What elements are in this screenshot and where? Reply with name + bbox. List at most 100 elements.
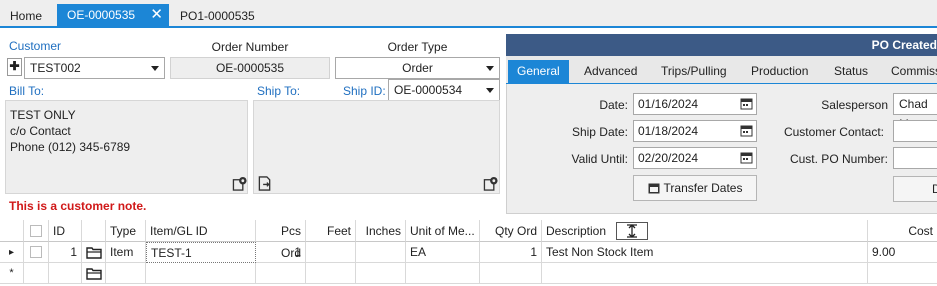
customer-value: TEST002 xyxy=(30,61,81,75)
new-row-pcs-cell[interactable] xyxy=(256,263,306,284)
subtab-advanced[interactable]: Advanced xyxy=(575,60,646,84)
folder-icon[interactable] xyxy=(86,246,102,259)
column-autofit-icon[interactable] xyxy=(616,222,648,240)
new-row-feet-cell[interactable] xyxy=(306,263,356,284)
row-checkbox[interactable] xyxy=(30,246,42,258)
cell-type[interactable]: Item xyxy=(106,242,146,263)
ship-id-select[interactable]: OE-0000534 xyxy=(388,79,500,101)
date-label: Date: xyxy=(599,98,628,112)
address-line: TEST ONLY xyxy=(10,108,76,122)
ship-date-field[interactable]: 01/18/2024 xyxy=(633,120,757,142)
document-tab-strip: Home OE-0000535 ✕ PO1-0000535 xyxy=(0,0,937,28)
cell-id[interactable]: 1 xyxy=(49,242,82,263)
calendar-icon[interactable] xyxy=(740,97,753,110)
subtab-production[interactable]: Production xyxy=(742,60,817,84)
open-line-cell[interactable] xyxy=(82,242,106,263)
calendar-icon[interactable] xyxy=(740,151,753,164)
column-description[interactable]: Description xyxy=(542,220,868,242)
chevron-down-icon xyxy=(151,66,159,71)
folder-icon[interactable] xyxy=(86,267,102,280)
new-row-open-cell[interactable] xyxy=(82,263,106,284)
cell-item-gl-id[interactable]: TEST-1 xyxy=(146,242,256,263)
customer-contact-label[interactable]: Customer Contact: xyxy=(770,125,884,139)
transfer-dates-label: Transfer Dates xyxy=(663,181,743,195)
cust-po-label: Cust. PO Number: xyxy=(789,152,888,166)
current-row-indicator: ▸ xyxy=(0,242,24,263)
add-icon[interactable]: ✚ xyxy=(7,58,22,76)
date-field[interactable]: 01/16/2024 xyxy=(633,93,757,115)
subtab-commission[interactable]: Commiss xyxy=(882,60,937,84)
cell-qty-ord[interactable]: 1 xyxy=(480,242,542,263)
ship-id-value: OE-0000534 xyxy=(394,83,463,97)
valid-until-label: Valid Until: xyxy=(571,152,628,166)
new-row-description-cell[interactable] xyxy=(542,263,868,284)
new-row-indicator: * xyxy=(0,263,24,284)
copy-address-icon[interactable] xyxy=(257,176,273,191)
close-icon[interactable]: ✕ xyxy=(150,4,163,26)
salesperson-label: Salesperson xyxy=(821,98,888,112)
order-type-select[interactable]: Order xyxy=(335,57,500,79)
column-open xyxy=(82,220,106,242)
ship-to-address-box[interactable] xyxy=(253,100,500,194)
tab-purchase-order[interactable]: PO1-0000535 xyxy=(170,5,265,28)
column-pcs-ord[interactable]: Pcs Ord xyxy=(256,220,306,260)
address-line: c/o Contact xyxy=(10,124,71,138)
new-row-cost-cell[interactable] xyxy=(868,263,937,284)
details-subtab-strip: General Advanced Trips/Pulling Productio… xyxy=(506,56,937,84)
new-row-inches-cell[interactable] xyxy=(356,263,406,284)
cell-feet[interactable] xyxy=(306,242,356,263)
column-feet[interactable]: Feet xyxy=(306,220,356,242)
ship-id-label: Ship ID: xyxy=(343,84,386,98)
ship-to-label: Ship To: xyxy=(257,84,301,98)
cell-inches[interactable] xyxy=(356,242,406,263)
new-row-type-cell[interactable] xyxy=(106,263,146,284)
calendar-icon xyxy=(648,183,660,194)
details-button[interactable]: D xyxy=(893,176,937,202)
bill-to-label: Bill To: xyxy=(9,84,45,98)
new-row-id-cell[interactable] xyxy=(49,263,82,284)
ship-date-value: 01/18/2024 xyxy=(638,124,699,138)
cell-unit-of-measure[interactable]: EA xyxy=(406,242,480,263)
cell-pcs-ord[interactable]: 1 xyxy=(256,242,306,263)
tab-order-entry[interactable]: OE-0000535 ✕ xyxy=(57,4,169,28)
column-item-gl-id[interactable]: Item/GL ID xyxy=(146,220,256,242)
column-cost[interactable]: Cost xyxy=(868,220,937,242)
column-inches[interactable]: Inches xyxy=(356,220,406,242)
cell-description[interactable]: Test Non Stock Item xyxy=(542,242,868,263)
customer-select[interactable]: TEST002 xyxy=(24,57,165,79)
ship-date-label: Ship Date: xyxy=(571,125,628,139)
new-row-item-cell[interactable] xyxy=(146,263,256,284)
chevron-down-icon xyxy=(486,88,494,93)
column-unit-of-measure[interactable]: Unit of Me... xyxy=(406,220,480,242)
row-indicator-header xyxy=(0,220,24,242)
new-row-qty-cell[interactable] xyxy=(480,263,542,284)
address-line: Phone (012) 345-6789 xyxy=(10,140,131,154)
subtab-trips-pulling[interactable]: Trips/Pulling xyxy=(652,60,736,84)
status-header-text: PO Created xyxy=(871,38,937,52)
tab-home[interactable]: Home xyxy=(0,5,52,28)
salesperson-select[interactable]: Chad M xyxy=(893,93,937,131)
select-all-header[interactable] xyxy=(24,220,49,242)
tab-label: OE-0000535 xyxy=(67,8,136,22)
order-type-label: Order Type xyxy=(387,40,448,54)
chevron-down-icon xyxy=(486,66,494,71)
calendar-icon[interactable] xyxy=(740,124,753,137)
bill-to-address-box[interactable]: TEST ONLY c/o Contact Phone (012) 345-67… xyxy=(5,100,248,194)
order-number-label: Order Number xyxy=(211,40,289,54)
column-qty-ord[interactable]: Qty Ord xyxy=(480,220,542,242)
valid-until-field[interactable]: 02/20/2024 xyxy=(633,147,757,169)
transfer-dates-button[interactable]: Transfer Dates xyxy=(633,175,757,201)
customer-label: Customer xyxy=(9,39,62,53)
map-pin-icon[interactable] xyxy=(232,176,248,191)
column-id[interactable]: ID xyxy=(49,220,82,242)
cell-cost[interactable]: 9.00 xyxy=(868,242,937,263)
subtab-general[interactable]: General xyxy=(508,60,569,84)
customer-contact-field[interactable] xyxy=(893,120,937,142)
row-select-cell[interactable] xyxy=(24,242,49,263)
select-all-checkbox[interactable] xyxy=(30,225,42,237)
new-row-uom-cell[interactable] xyxy=(406,263,480,284)
column-type[interactable]: Type xyxy=(106,220,146,242)
cust-po-field[interactable] xyxy=(893,147,937,169)
subtab-status[interactable]: Status xyxy=(825,60,877,84)
map-pin-icon[interactable] xyxy=(483,176,499,191)
